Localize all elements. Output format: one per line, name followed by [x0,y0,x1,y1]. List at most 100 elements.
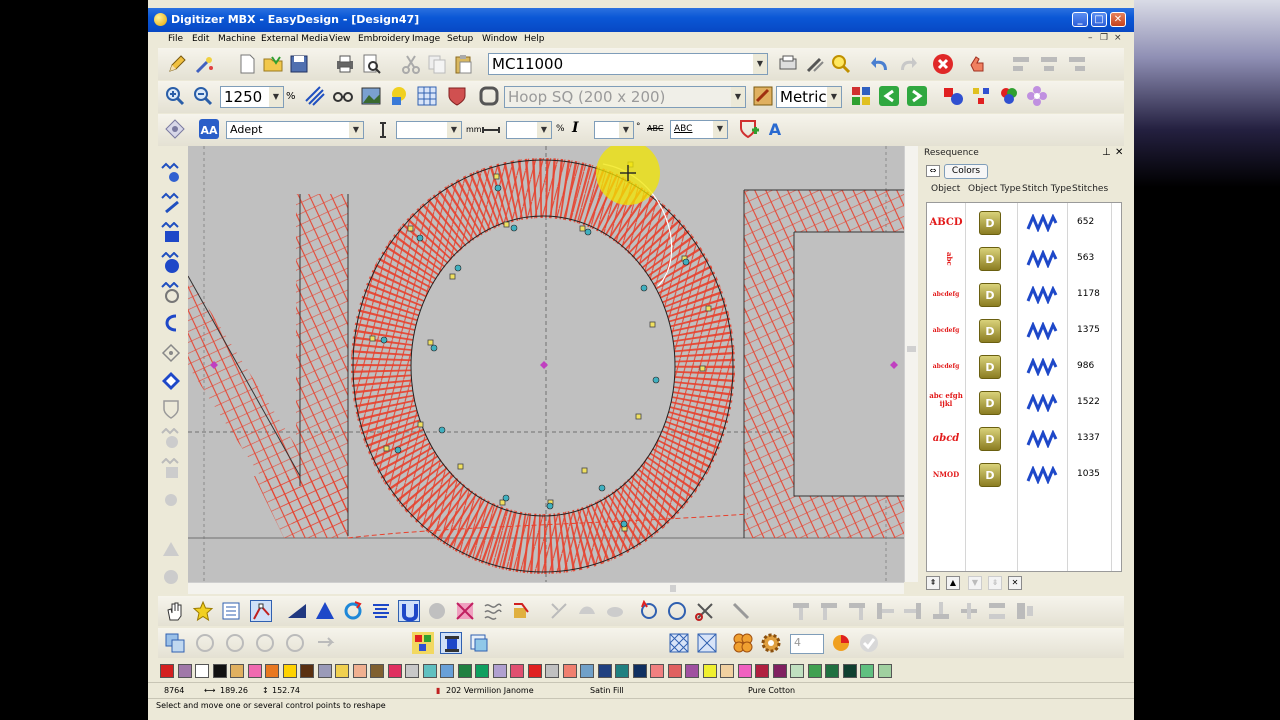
color-swatch[interactable] [720,664,734,678]
align-tool-5-icon[interactable] [902,600,924,622]
color-swatch[interactable] [440,664,454,678]
move-to-top-icon[interactable]: ⇞ [926,576,940,590]
units-select[interactable]: Metric ▼ [776,86,842,108]
disabled-tool-1-icon[interactable] [160,427,182,450]
design-canvas[interactable] [188,146,904,582]
gear-icon[interactable] [760,632,782,654]
move-up-icon[interactable]: ▲ [946,576,960,590]
lettering-icon[interactable]: AA [198,118,220,140]
chevron-down-icon[interactable]: ▼ [619,122,633,138]
motif-fill-icon[interactable] [510,600,532,622]
paste-icon[interactable] [452,53,474,75]
list-item[interactable]: ABCD D 652 [927,205,1121,241]
menu-setup[interactable]: Setup [447,34,473,44]
color-swatch[interactable] [877,664,892,678]
sphere-icon[interactable] [426,600,448,622]
color-swatch[interactable] [457,664,472,678]
color-swatch[interactable] [807,664,822,678]
lettering-settings-icon[interactable] [164,118,186,140]
color-swatch[interactable] [247,664,262,678]
thread-spool-icon[interactable] [440,632,462,654]
disabled-stitch-2-icon[interactable] [576,600,598,622]
ornament-icon[interactable] [732,632,754,654]
chevron-down-icon[interactable]: ▼ [269,87,283,107]
canvas-vertical-scrollbar[interactable] [904,146,918,582]
move-to-bottom-icon[interactable]: ⇟ [988,576,1002,590]
horizontal-scroll-thumb[interactable] [670,585,676,592]
satin-column-icon[interactable] [160,162,182,184]
color-swatch[interactable] [212,664,227,678]
disabled-tool-5-icon[interactable] [160,566,182,588]
rectangle-fill-icon[interactable] [160,221,182,244]
color-swatch[interactable] [510,664,524,678]
shield-icon[interactable] [446,85,468,107]
open-folder-icon[interactable] [262,53,284,75]
color-palette-icon[interactable] [998,85,1020,107]
reshape-tool-icon[interactable] [250,600,272,622]
list-item[interactable]: abcd D 1337 [927,421,1121,457]
repeat-count-spinner[interactable]: 4 [790,634,824,654]
design-settings-icon[interactable] [752,85,774,107]
text-effects-icon[interactable]: A [764,118,786,140]
color-view-icon[interactable] [388,85,410,107]
wave-fill-icon[interactable] [482,600,504,622]
chevron-down-icon[interactable]: ▼ [713,121,727,138]
cut-icon[interactable] [400,53,422,75]
color-swatch[interactable] [422,664,437,678]
chevron-down-icon[interactable]: ▼ [753,54,767,74]
scissors-tool-icon[interactable] [694,600,716,622]
hand-tool-icon[interactable] [164,600,186,622]
baseline-select[interactable]: ABC ▼ [670,120,728,139]
color-swatch[interactable] [790,664,804,678]
color-swatch[interactable] [387,664,402,678]
text-height-input[interactable]: ▼ [396,121,462,139]
color-swatch[interactable] [772,664,787,678]
disabled-stitch-1-icon[interactable] [548,600,570,622]
pattern-grid-1-icon[interactable] [668,632,690,654]
italic-button[interactable]: I [572,120,579,136]
forward-arrow-icon[interactable] [906,85,928,107]
chevron-down-icon[interactable]: ▼ [537,122,551,138]
mdi-close-button[interactable]: × [1114,33,1122,43]
color-swatch[interactable] [650,664,664,678]
color-swatch[interactable] [825,664,839,678]
panel-close-icon[interactable]: ✕ [1115,147,1123,158]
color-swatch[interactable] [580,664,594,678]
redo-icon[interactable] [896,53,918,75]
zoom-in-icon[interactable] [164,85,186,107]
check-icon[interactable] [858,632,880,654]
star-select-icon[interactable] [192,600,214,622]
align-left-icon[interactable] [1010,53,1032,75]
color-swatch[interactable] [755,664,769,678]
stop-icon[interactable] [932,53,954,75]
column-header-object-type[interactable]: Object Type [968,184,1021,194]
mdi-minimize-button[interactable]: – [1088,33,1093,43]
chevron-down-icon[interactable]: ▼ [447,122,461,138]
color-swatch[interactable] [737,664,752,678]
disabled-tool-3-icon[interactable] [160,488,182,510]
chevron-down-icon[interactable]: ▼ [731,87,745,107]
rotate-left-icon[interactable] [638,600,660,622]
hand-cursor-icon[interactable] [966,53,988,75]
color-swatch[interactable] [177,664,192,678]
node-icon[interactable] [160,342,182,364]
color-swatch[interactable] [160,664,174,678]
color-swatch[interactable] [282,664,297,678]
disabled-tool-e-icon[interactable] [314,632,336,654]
cross-fill-icon[interactable] [454,600,476,622]
color-swatch[interactable] [597,664,612,678]
color-swatch[interactable] [667,664,682,678]
color-swatch[interactable] [352,664,367,678]
menu-file[interactable]: File [168,34,183,44]
save-icon[interactable] [288,53,310,75]
strike-abc-button[interactable]: ABC [647,124,663,133]
color-swatch[interactable] [230,664,244,678]
color-swatch[interactable] [860,664,874,678]
letter-d[interactable] [743,189,904,538]
shapes-icon[interactable] [942,85,964,107]
vertical-scroll-thumb[interactable] [907,346,916,352]
undo-icon[interactable] [870,53,892,75]
disabled-tool-b-icon[interactable] [224,632,246,654]
move-down-icon[interactable]: ▼ [968,576,982,590]
copy-icon[interactable] [426,53,448,75]
